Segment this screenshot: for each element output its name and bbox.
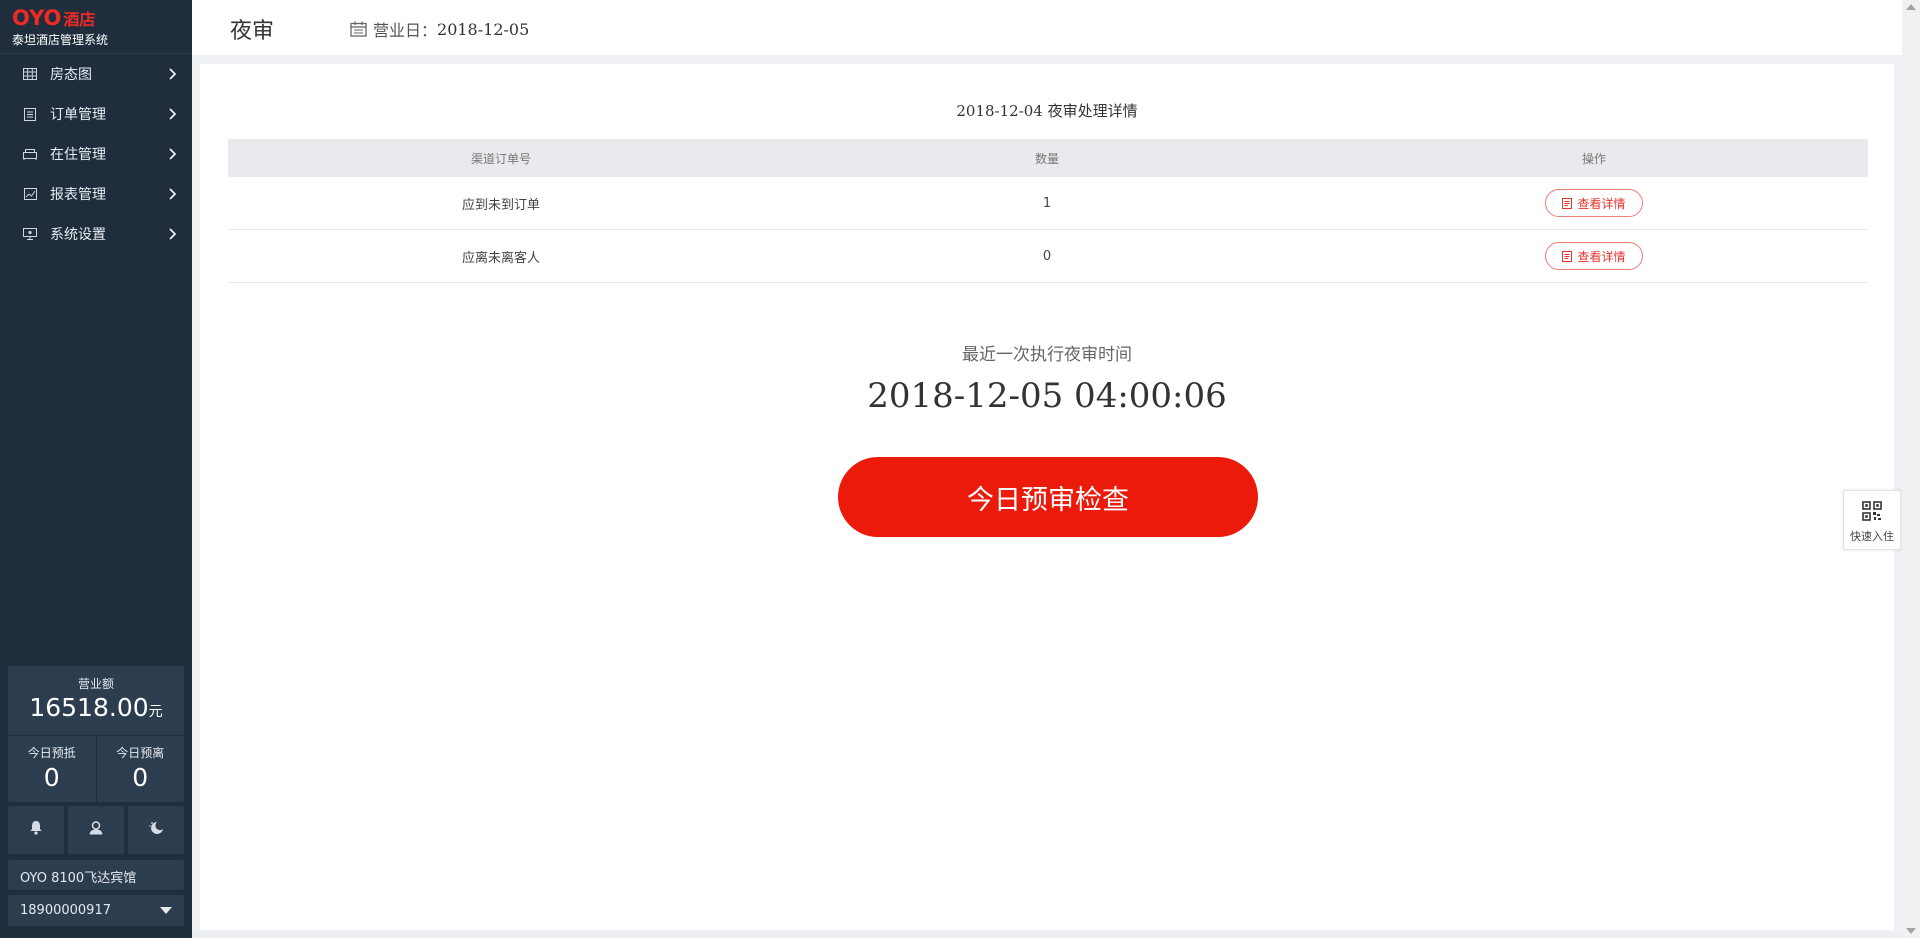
sidebar-item-label: 报表管理 [50,187,106,203]
chevron-right-icon [164,186,180,202]
chevron-right-icon [164,66,180,82]
view-details-button[interactable]: 查看详情 [1545,242,1643,270]
departure-label: 今日预离 [116,746,165,760]
brand[interactable]: OYO 酒店 泰坦酒店管理系统 [0,0,192,54]
account-number: 18900000917 [20,903,111,918]
quick-actions [8,806,184,854]
revenue-label: 营业额 [77,677,114,691]
night-audit-button[interactable] [128,806,184,854]
chart-icon [22,186,38,202]
scroll-up-arrow-icon[interactable] [1906,4,1916,10]
business-date-label: 营业日： [373,21,438,40]
section-title: 2018-12-04 夜审处理详情 [956,102,1138,120]
sidebar: OYO 酒店 泰坦酒店管理系统 房态图 订单管理 在住管理 报表管理 系统设置 … [0,0,192,938]
chevron-right-icon [164,106,180,122]
document-icon [1562,250,1573,262]
column-header-count: 数量 [1034,151,1059,166]
sidebar-item-label: 订单管理 [50,107,106,123]
quick-checkin-label: 快速入住 [1850,530,1894,543]
arrival-value: 0 [43,763,60,792]
sidebar-item-settings[interactable]: 系统设置 [0,214,192,254]
sidebar-item-room-status[interactable]: 房态图 [0,54,192,94]
last-audit-time: 2018-12-05 04:00:06 [867,376,1227,416]
sidebar-item-label: 系统设置 [50,227,106,243]
sidebar-menu: 房态图 订单管理 在住管理 报表管理 系统设置 [0,54,192,254]
last-audit-label: 最近一次执行夜审时间 [962,345,1132,365]
notification-button[interactable] [8,806,64,854]
horizontal-scrollbar[interactable] [192,932,1902,938]
scroll-down-arrow-icon[interactable] [1906,928,1916,934]
arrival-departure-row: 今日预抵 0 今日预离 0 [8,736,184,802]
vertical-scrollbar[interactable] [1902,0,1920,938]
revenue-value: 16518.00 [29,693,149,722]
brand-logo: OYO [12,6,62,30]
monitor-settings-icon [22,226,38,242]
sidebar-item-reports[interactable]: 报表管理 [0,174,192,214]
hotel-name: OYO 8100飞达宾馆 [8,860,184,890]
user-icon [88,820,104,840]
sidebar-item-in-house[interactable]: 在住管理 [0,134,192,174]
revenue-box: 营业额 16518.00元 [8,666,184,736]
sidebar-item-label: 房态图 [50,67,92,83]
calendar-icon [350,21,367,37]
chevron-down-icon [160,907,172,914]
column-header-channel-order: 渠道订单号 [470,151,531,166]
quick-checkin-button[interactable]: 快速入住 [1843,490,1901,550]
chevron-right-icon [164,146,180,162]
row-name: 应离未离客人 [461,250,540,266]
table-row: 应离未离客人 0 查看详情 [228,230,1868,283]
grid-icon [22,66,38,82]
revenue-unit: 元 [148,704,163,720]
sidebar-item-label: 在住管理 [50,147,106,163]
revenue-value-row: 16518.00元 [8,693,184,722]
bell-icon [29,820,43,840]
page-header: 夜审 营业日： 2018-12-05 [192,0,1902,55]
row-action-cell: 查看详情 [1320,189,1868,217]
user-button[interactable] [68,806,124,854]
stats-panel: 营业额 16518.00元 今日预抵 0 今日预离 0 [8,666,184,802]
system-name: 泰坦酒店管理系统 [12,33,109,47]
main-panel: 2018-12-04 夜审处理详情 渠道订单号 数量 操作 应到未到订单 1 查… [200,64,1894,930]
view-details-button[interactable]: 查看详情 [1545,189,1643,217]
page-title: 夜审 [230,19,275,44]
arrival-label: 今日预抵 [27,746,76,760]
chevron-right-icon [164,226,180,242]
column-header-action: 操作 [1581,151,1606,166]
pre-audit-check-button[interactable]: 今日预审检查 [838,457,1258,537]
view-details-label: 查看详情 [1577,196,1626,211]
night-audit-moon-icon [148,820,164,840]
business-date: 营业日： 2018-12-05 [350,17,529,41]
row-count: 0 [1042,248,1052,264]
document-icon [1562,197,1573,209]
table-row: 应到未到订单 1 查看详情 [228,177,1868,230]
row-name: 应到未到订单 [461,197,540,213]
row-count: 1 [1042,195,1052,211]
brand-logo-suffix: 酒店 [63,10,96,29]
sidebar-item-orders[interactable]: 订单管理 [0,94,192,134]
row-action-cell: 查看详情 [1320,242,1868,270]
departure-box[interactable]: 今日预离 0 [95,736,185,802]
arrival-box[interactable]: 今日预抵 0 [8,736,96,802]
bed-icon [22,146,38,162]
qr-code-icon [1862,501,1882,525]
table-header: 渠道订单号 数量 操作 [228,139,1868,177]
view-details-label: 查看详情 [1577,249,1626,264]
departure-value: 0 [132,763,149,792]
audit-table: 渠道订单号 数量 操作 应到未到订单 1 查看详情 应离未离客人 0 查看详情 [228,139,1868,283]
account-selector[interactable]: 18900000917 [8,895,184,926]
order-list-icon [22,106,38,122]
business-date-value: 2018-12-05 [437,19,530,39]
